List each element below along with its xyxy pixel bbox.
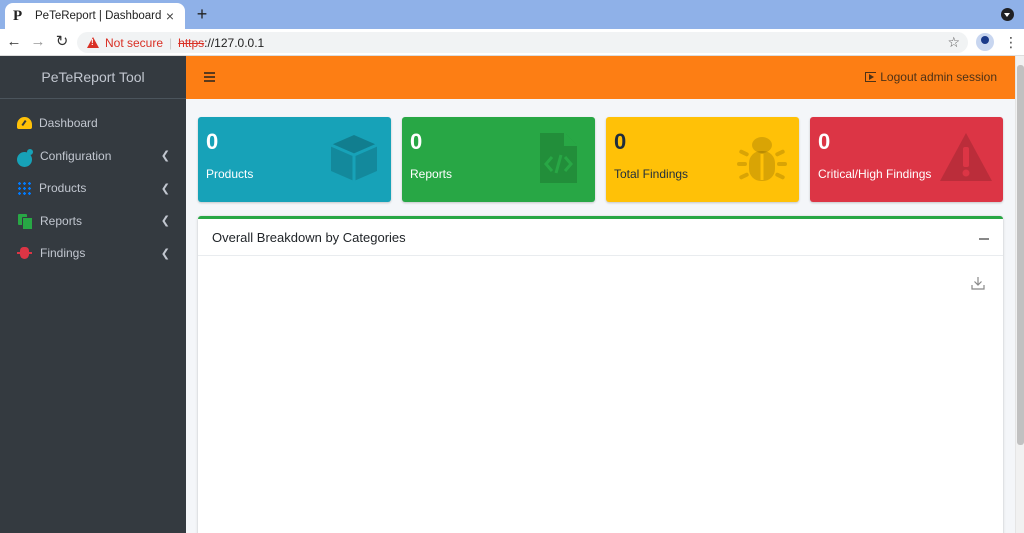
brand-title[interactable]: PeTeReport Tool [0,56,186,99]
menu-toggle-icon[interactable] [204,72,215,82]
favicon-icon: P [13,7,23,24]
copy-icon [17,213,33,230]
grid-icon [17,181,32,196]
chevron-left-icon: ❮ [160,215,170,228]
sign-out-icon [865,72,877,82]
sidebar-item-dashboard[interactable]: Dashboard [0,107,186,140]
bug-icon [17,246,33,260]
collapse-minus-icon[interactable] [979,238,989,240]
stat-count: 0 [614,129,627,154]
profile-avatar-icon[interactable] [976,33,994,51]
security-status[interactable]: Not secure [105,36,163,50]
bug-icon [737,137,787,181]
download-icon[interactable] [971,276,985,290]
scrollbar-thumb[interactable] [1017,65,1024,445]
sidebar-menu: Dashboard Configuration ❮ Products ❮ Rep… [0,99,186,270]
file-code-icon [540,133,577,183]
divider: | [169,35,173,50]
stat-box-total-findings[interactable]: 0 Total Findings [606,117,799,202]
chevron-left-icon: ❮ [160,150,170,163]
sidebar-item-reports[interactable]: Reports ❮ [0,205,186,238]
exclamation-triangle-icon [940,133,992,181]
stat-label: Products [206,167,254,181]
reload-icon[interactable]: ↻ [53,33,71,51]
sidebar-item-configuration[interactable]: Configuration ❮ [0,140,186,173]
main-content: 0 Products 0 Reports 0 Total Findings 0 … [186,99,1015,533]
sidebar-item-label: Reports [40,213,83,228]
stat-label: Reports [410,167,453,181]
stat-box-critical-high-findings[interactable]: 0 Critical/High Findings [810,117,1003,202]
logout-label: Logout admin session [880,70,997,84]
card-header: Overall Breakdown by Categories [198,219,1003,256]
stat-label: Critical/High Findings [818,167,932,181]
stat-box-reports[interactable]: 0 Reports [402,117,595,202]
sidebar-item-label: Dashboard [39,116,98,131]
tab-title: PeTeReport | Dashboard [35,10,162,22]
sidebar-item-products[interactable]: Products ❮ [0,172,186,205]
logout-link[interactable]: Logout admin session [865,70,997,84]
browser-tab[interactable]: P PeTeReport | Dashboard × [5,3,185,29]
card-title: Overall Breakdown by Categories [212,230,406,245]
cogs-icon [17,148,33,167]
url-scheme: https [178,35,205,50]
sidebar-item-label: Products [39,181,87,196]
stat-box-products[interactable]: 0 Products [198,117,391,202]
new-tab-icon[interactable]: + [193,4,211,25]
stat-count: 0 [818,129,831,154]
chevron-left-icon: ❮ [160,182,170,195]
url-host: ://127.0.0.1 [204,35,265,50]
browser-tab-strip: P PeTeReport | Dashboard × + [0,0,1024,29]
forward-arrow-icon[interactable]: → [29,33,47,51]
back-arrow-icon[interactable]: ← [5,33,23,51]
sidebar-item-label: Configuration [40,148,112,163]
sidebar-item-label: Findings [40,246,86,261]
stat-count: 0 [206,129,219,154]
chevron-left-icon: ❮ [160,247,170,260]
tab-search-icon[interactable] [1001,8,1014,21]
stat-count: 0 [410,129,423,154]
top-navbar: Logout admin session [186,56,1015,99]
sidebar-item-findings[interactable]: Findings ❮ [0,237,186,270]
bookmark-star-icon[interactable]: ☆ [947,34,960,51]
url-field[interactable]: Not secure | https ://127.0.0.1 ☆ [77,32,968,53]
sidebar: PeTeReport Tool Dashboard Configuration … [0,56,186,533]
category-breakdown-card: Overall Breakdown by Categories [198,216,1003,533]
address-bar: ← → ↻ Not secure | https ://127.0.0.1 ☆ … [0,29,1024,56]
browser-menu-icon[interactable]: ⋮ [1004,33,1018,51]
stat-label: Total Findings [614,167,689,181]
page-scrollbar[interactable] [1015,56,1024,533]
close-tab-icon[interactable]: × [163,8,177,24]
tachometer-icon [17,117,32,130]
warning-icon [87,37,99,48]
cube-icon [330,135,378,181]
